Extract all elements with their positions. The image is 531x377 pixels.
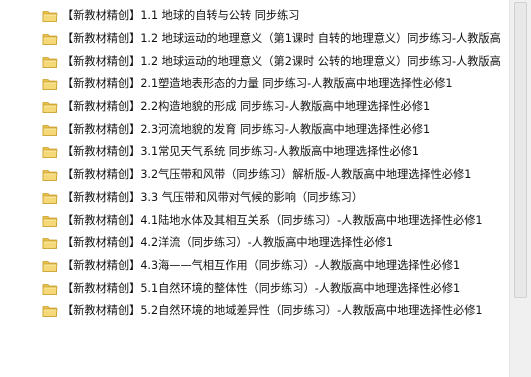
folder-icon xyxy=(42,283,58,295)
file-name: 【新教材精创】5.1自然环境的整体性（同步练习）-人教版高中地理选择性必修1 xyxy=(62,281,461,295)
file-name: 【新教材精创】3.1常见天气系统 同步练习-人教版高中地理选择性必修1 xyxy=(62,145,419,159)
file-list-item[interactable]: 【新教材精创】4.3海——气相互作用（同步练习）-人教版高中地理选择性必修1 xyxy=(38,255,508,278)
navigation-gutter xyxy=(0,0,38,377)
file-name: 【新教材精创】3.3 气压带和风带对气候的影响（同步练习） xyxy=(62,190,364,204)
file-list-item[interactable]: 【新教材精创】4.2洋流（同步练习）-人教版高中地理选择性必修1 xyxy=(38,232,508,255)
file-list-item[interactable]: 【新教材精创】5.2自然环境的地域差异性（同步练习）-人教版高中地理选择性必修1 xyxy=(38,300,508,323)
file-list-item[interactable]: 【新教材精创】1.1 地球的自转与公转 同步练习 xyxy=(38,5,508,28)
vertical-scrollbar[interactable] xyxy=(509,0,531,377)
folder-icon xyxy=(42,192,58,204)
file-name: 【新教材精创】2.1塑造地表形态的力量 同步练习-人教版高中地理选择性必修1 xyxy=(62,77,453,91)
file-name: 【新教材精创】2.2构造地貌的形成 同步练习-人教版高中地理选择性必修1 xyxy=(62,100,431,114)
folder-icon xyxy=(42,261,58,272)
file-list-item[interactable]: 【新教材精创】5.1自然环境的整体性（同步练习）-人教版高中地理选择性必修1 xyxy=(38,277,508,300)
file-list-item[interactable]: 【新教材精创】2.2构造地貌的形成 同步练习-人教版高中地理选择性必修1 xyxy=(38,96,508,119)
folder-icon xyxy=(42,102,58,113)
folder-icon xyxy=(42,147,58,159)
file-list-item[interactable]: 【新教材精创】1.2 地球运动的地理意义（第1课时 自转的地理意义）同步练习-人… xyxy=(38,28,508,51)
file-list: 【新教材精创】1.1 地球的自转与公转 同步练习 【新教材精创】1.2 地球运动… xyxy=(38,5,508,377)
folder-icon xyxy=(42,238,58,250)
folder-icon xyxy=(42,306,58,318)
scrollbar-thumb[interactable] xyxy=(514,2,527,298)
file-list-item[interactable]: 【新教材精创】3.1常见天气系统 同步练习-人教版高中地理选择性必修1 xyxy=(38,141,508,164)
file-list-item[interactable]: 【新教材精创】3.3 气压带和风带对气候的影响（同步练习） xyxy=(38,187,508,210)
file-name: 【新教材精创】4.3海——气相互作用（同步练习）-人教版高中地理选择性必修1 xyxy=(62,258,461,272)
file-name: 【新教材精创】4.2洋流（同步练习）-人教版高中地理选择性必修1 xyxy=(62,236,394,250)
folder-icon xyxy=(42,124,58,136)
folder-icon xyxy=(42,56,58,68)
explorer-window: 【新教材精创】1.1 地球的自转与公转 同步练习 【新教材精创】1.2 地球运动… xyxy=(0,0,531,377)
file-items-container: 【新教材精创】1.1 地球的自转与公转 同步练习 【新教材精创】1.2 地球运动… xyxy=(38,5,508,323)
folder-icon xyxy=(42,11,58,23)
folder-icon xyxy=(42,34,58,45)
file-name: 【新教材精创】1.2 地球运动的地理意义（第1课时 自转的地理意义）同步练习-人… xyxy=(62,32,501,46)
file-name: 【新教材精创】1.2 地球运动的地理意义（第2课时 公转的地理意义）同步练习-人… xyxy=(62,54,501,68)
file-name: 【新教材精创】5.2自然环境的地域差异性（同步练习）-人教版高中地理选择性必修1 xyxy=(62,304,483,318)
file-list-item[interactable]: 【新教材精创】1.2 地球运动的地理意义（第2课时 公转的地理意义）同步练习-人… xyxy=(38,50,508,73)
file-list-item[interactable]: 【新教材精创】2.1塑造地表形态的力量 同步练习-人教版高中地理选择性必修1 xyxy=(38,73,508,96)
file-name: 【新教材精创】2.3河流地貌的发育 同步练习-人教版高中地理选择性必修1 xyxy=(62,122,431,136)
folder-icon xyxy=(42,215,58,227)
file-list-item[interactable]: 【新教材精创】2.3河流地貌的发育 同步练习-人教版高中地理选择性必修1 xyxy=(38,118,508,141)
file-list-item[interactable]: 【新教材精创】4.1陆地水体及其相互关系（同步练习）-人教版高中地理选择性必修1 xyxy=(38,209,508,232)
file-name: 【新教材精创】1.1 地球的自转与公转 同步练习 xyxy=(62,9,300,23)
file-list-item[interactable]: 【新教材精创】3.2气压带和风带（同步练习）解析版-人教版高中地理选择性必修1 xyxy=(38,164,508,187)
folder-icon xyxy=(42,170,58,182)
folder-icon xyxy=(42,79,58,91)
file-name: 【新教材精创】4.1陆地水体及其相互关系（同步练习）-人教版高中地理选择性必修1 xyxy=(62,213,483,227)
file-name: 【新教材精创】3.2气压带和风带（同步练习）解析版-人教版高中地理选择性必修1 xyxy=(62,168,472,182)
